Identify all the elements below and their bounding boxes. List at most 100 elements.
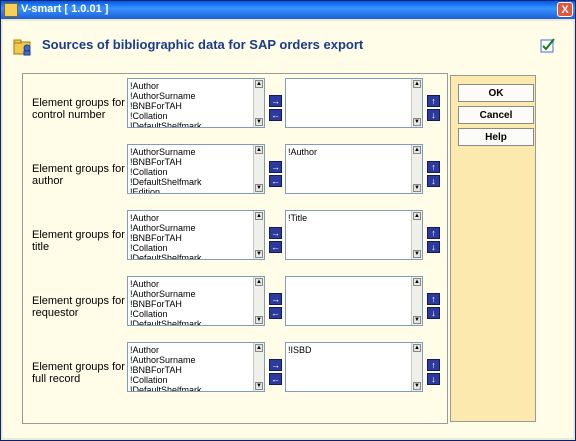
- list-item[interactable]: !ISBD: [288, 345, 312, 355]
- selected-list[interactable]: ▲ ▼: [285, 78, 423, 128]
- scroll-up-icon[interactable]: ▲: [413, 344, 421, 352]
- list-item[interactable]: !Author: [130, 213, 202, 223]
- list-item[interactable]: !Collation: [130, 375, 202, 385]
- selected-list[interactable]: !Title ▲ ▼: [285, 210, 423, 260]
- close-button[interactable]: X: [557, 2, 573, 17]
- vertical-scrollbar[interactable]: ▲ ▼: [253, 277, 264, 325]
- move-down-arrow-icon[interactable]: ↓: [427, 373, 440, 385]
- scroll-down-icon[interactable]: ▼: [255, 118, 263, 126]
- cancel-button[interactable]: Cancel: [458, 106, 534, 124]
- move-up-arrow-icon[interactable]: ↑: [427, 293, 440, 305]
- list-item[interactable]: !BNBForTAH: [130, 299, 202, 309]
- list-item[interactable]: !AuthorSurname: [130, 223, 202, 233]
- vertical-scrollbar[interactable]: ▲ ▼: [253, 79, 264, 127]
- move-up-arrow-icon[interactable]: ↑: [427, 95, 440, 107]
- list-item[interactable]: !Edition: [130, 187, 202, 193]
- scroll-up-icon[interactable]: ▲: [255, 212, 263, 220]
- add-arrow-icon[interactable]: →: [269, 359, 282, 371]
- title-bar[interactable]: V-smart [ 1.0.01 ] X: [1, 1, 575, 19]
- scroll-down-icon[interactable]: ▼: [413, 118, 421, 126]
- scroll-up-icon[interactable]: ▲: [255, 146, 263, 154]
- scroll-up-icon[interactable]: ▲: [413, 146, 421, 154]
- scroll-down-icon[interactable]: ▼: [413, 250, 421, 258]
- move-up-arrow-icon[interactable]: ↑: [427, 359, 440, 371]
- move-down-arrow-icon[interactable]: ↓: [427, 307, 440, 319]
- list-item[interactable]: !BNBForTAH: [130, 365, 202, 375]
- add-arrow-icon[interactable]: →: [269, 161, 282, 173]
- available-list[interactable]: !Author !AuthorSurname !BNBForTAH !Collatio…: [127, 276, 265, 326]
- scroll-down-icon[interactable]: ▼: [413, 316, 421, 324]
- scroll-down-icon[interactable]: ▼: [255, 316, 263, 324]
- scroll-up-icon[interactable]: ▲: [255, 344, 263, 352]
- scroll-down-icon[interactable]: ▼: [413, 184, 421, 192]
- row-label-line2: full record: [32, 373, 81, 385]
- scroll-up-icon[interactable]: ▲: [413, 278, 421, 286]
- vertical-scrollbar[interactable]: ▲ ▼: [253, 343, 264, 391]
- scroll-up-icon[interactable]: ▲: [255, 278, 263, 286]
- scroll-up-icon[interactable]: ▲: [413, 80, 421, 88]
- list-item[interactable]: !AuthorSurname: [130, 91, 202, 101]
- move-down-arrow-icon[interactable]: ↓: [427, 241, 440, 253]
- window-title: V-smart [ 1.0.01 ]: [21, 3, 109, 15]
- list-item[interactable]: !AuthorSurname: [130, 355, 202, 365]
- scroll-down-icon[interactable]: ▼: [255, 250, 263, 258]
- remove-arrow-icon[interactable]: ←: [269, 241, 282, 253]
- remove-arrow-icon[interactable]: ←: [269, 109, 282, 121]
- move-up-arrow-icon[interactable]: ↑: [427, 161, 440, 173]
- checklist-icon[interactable]: [540, 37, 556, 53]
- selected-list[interactable]: !ISBD ▲ ▼: [285, 342, 423, 392]
- list-items: !Author !AuthorSurname !BNBForTAH !Collatio…: [130, 81, 202, 127]
- available-list[interactable]: !Author !AuthorSurname !BNBForTAH !Collatio…: [127, 210, 265, 260]
- vertical-scrollbar[interactable]: ▲ ▼: [411, 343, 422, 391]
- remove-arrow-icon[interactable]: ←: [269, 307, 282, 319]
- remove-arrow-icon[interactable]: ←: [269, 175, 282, 187]
- scroll-down-icon[interactable]: ▼: [255, 382, 263, 390]
- list-item[interactable]: !BNBForTAH: [130, 233, 202, 243]
- list-item[interactable]: !AuthorSurname: [130, 147, 202, 157]
- list-item[interactable]: !DefaultShelfmark: [130, 253, 202, 259]
- scroll-up-icon[interactable]: ▲: [413, 212, 421, 220]
- scroll-down-icon[interactable]: ▼: [255, 184, 263, 192]
- scroll-up-icon[interactable]: ▲: [255, 80, 263, 88]
- list-item[interactable]: !BNBForTAH: [130, 157, 202, 167]
- move-up-arrow-icon[interactable]: ↑: [427, 227, 440, 239]
- add-arrow-icon[interactable]: →: [269, 293, 282, 305]
- selected-list[interactable]: !Author ▲ ▼: [285, 144, 423, 194]
- list-item[interactable]: !Title: [288, 213, 307, 223]
- list-items: !Author: [288, 147, 317, 157]
- vertical-scrollbar[interactable]: ▲ ▼: [411, 145, 422, 193]
- vertical-scrollbar[interactable]: ▲ ▼: [411, 211, 422, 259]
- vertical-scrollbar[interactable]: ▲ ▼: [411, 79, 422, 127]
- available-list[interactable]: !AuthorSurname !BNBForTAH !Collation !Defau…: [127, 144, 265, 194]
- list-item[interactable]: !DefaultShelfmark: [130, 177, 202, 187]
- list-item[interactable]: !Collation: [130, 309, 202, 319]
- list-item[interactable]: !BNBForTAH: [130, 101, 202, 111]
- list-item[interactable]: !Author: [288, 147, 317, 157]
- list-item[interactable]: !Author: [130, 345, 202, 355]
- list-item[interactable]: !Collation: [130, 167, 202, 177]
- help-button[interactable]: Help: [458, 128, 534, 146]
- list-item[interactable]: !Author: [130, 81, 202, 91]
- list-items: !ISBD: [288, 345, 312, 355]
- available-list[interactable]: !Author !AuthorSurname !BNBForTAH !Collatio…: [127, 342, 265, 392]
- ok-button[interactable]: OK: [458, 84, 534, 102]
- content-pane: Sources of bibliographic data for SAP or…: [3, 21, 573, 438]
- available-list[interactable]: !Author !AuthorSurname !BNBForTAH !Collatio…: [127, 78, 265, 128]
- vertical-scrollbar[interactable]: ▲ ▼: [253, 145, 264, 193]
- vertical-scrollbar[interactable]: ▲ ▼: [411, 277, 422, 325]
- move-down-arrow-icon[interactable]: ↓: [427, 109, 440, 121]
- add-arrow-icon[interactable]: →: [269, 227, 282, 239]
- selected-list[interactable]: ▲ ▼: [285, 276, 423, 326]
- list-item[interactable]: !Collation: [130, 111, 202, 121]
- scroll-down-icon[interactable]: ▼: [413, 382, 421, 390]
- move-down-arrow-icon[interactable]: ↓: [427, 175, 440, 187]
- list-item[interactable]: !DefaultShelfmark: [130, 319, 202, 325]
- add-arrow-icon[interactable]: →: [269, 95, 282, 107]
- list-item[interactable]: !Author: [130, 279, 202, 289]
- list-item[interactable]: !Collation: [130, 243, 202, 253]
- list-item[interactable]: !AuthorSurname: [130, 289, 202, 299]
- list-item[interactable]: !DefaultShelfmark: [130, 385, 202, 391]
- vertical-scrollbar[interactable]: ▲ ▼: [253, 211, 264, 259]
- list-item[interactable]: !DefaultShelfmark: [130, 121, 202, 127]
- remove-arrow-icon[interactable]: ←: [269, 373, 282, 385]
